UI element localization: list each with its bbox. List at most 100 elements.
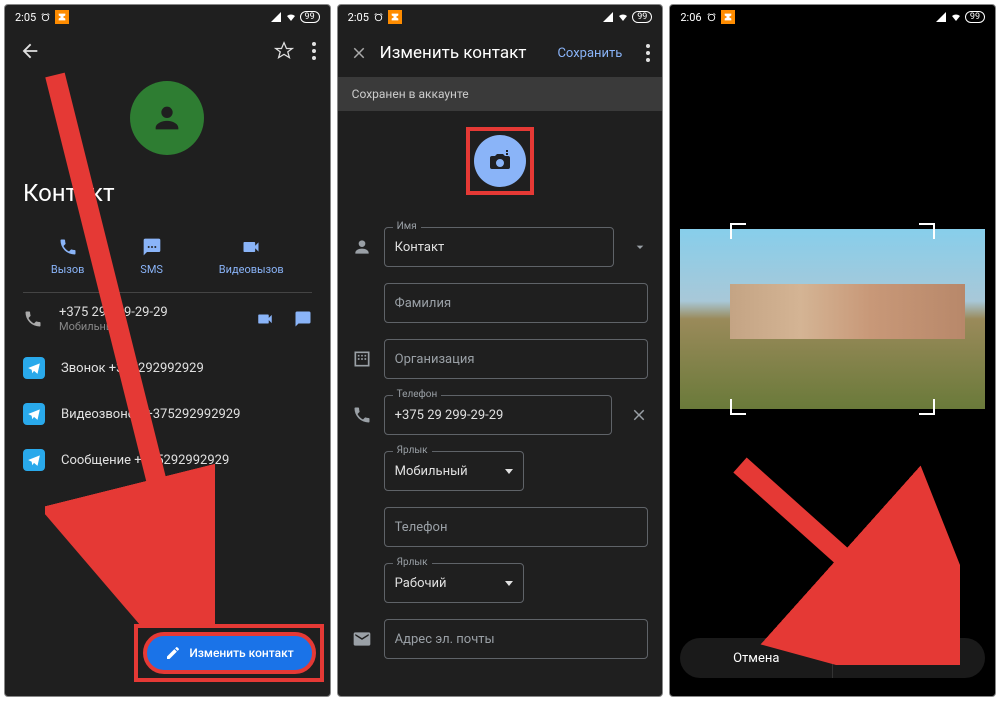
email-icon <box>352 629 372 649</box>
more-icon[interactable] <box>312 42 316 60</box>
email-placeholder: Адрес эл. почты <box>395 632 495 647</box>
dropdown-icon <box>505 469 513 474</box>
telegram-message-label: Сообщение +375292992929 <box>61 453 229 468</box>
video-action-icon[interactable] <box>256 310 274 328</box>
name-label: Имя <box>393 221 421 232</box>
telegram-icon <box>23 357 45 379</box>
org-row: Организация <box>338 331 663 387</box>
telegram-call-label: Звонок +375292992929 <box>61 361 204 376</box>
name-value: Контакт <box>395 240 445 255</box>
cancel-button[interactable]: Отмена <box>680 638 832 678</box>
wifi-icon <box>617 11 629 23</box>
tag2-value: Рабочий <box>395 576 447 591</box>
sms-button[interactable]: SMS <box>140 237 163 276</box>
video-label: Видеовызов <box>219 263 284 276</box>
phone-field[interactable]: Телефон +375 29 299-29-29 <box>384 395 613 435</box>
name-field[interactable]: Имя Контакт <box>384 227 615 267</box>
contact-avatar[interactable] <box>130 81 204 155</box>
status-time: 2:06 <box>680 11 701 24</box>
phone-label: Мобильный <box>59 320 240 333</box>
org-field[interactable]: Организация <box>384 339 649 379</box>
surname-placeholder: Фамилия <box>395 296 451 311</box>
contact-header <box>5 29 330 73</box>
person-icon <box>150 101 184 135</box>
crop-corner-bl[interactable] <box>730 399 746 415</box>
telegram-call-row[interactable]: Звонок +375292992929 <box>5 345 330 391</box>
phone-number: +375 29 299-29-29 <box>59 305 240 320</box>
building-icon <box>352 349 372 369</box>
video-button[interactable]: Видеовызов <box>219 237 284 276</box>
surname-row: Фамилия <box>338 275 663 331</box>
add-photo-button[interactable] <box>474 135 526 187</box>
chevron-down-icon[interactable] <box>632 239 648 255</box>
notification-icon <box>55 10 69 24</box>
telegram-video-row[interactable]: Видеозвонок +375292992929 <box>5 391 330 437</box>
status-bar: 2:06 99 <box>670 5 995 29</box>
phone2-placeholder: Телефон <box>395 520 448 535</box>
back-icon[interactable] <box>19 40 41 62</box>
battery-indicator: 99 <box>965 11 985 23</box>
phone-row: Телефон +375 29 299-29-29 <box>338 387 663 443</box>
sms-label: SMS <box>140 263 163 276</box>
sms-action-icon[interactable] <box>294 310 312 328</box>
email-row: Адрес эл. почты <box>338 611 663 667</box>
save-button[interactable]: Сохранить <box>557 46 622 61</box>
phone-screen-edit-contact: 2:05 99 Изменить контакт Сохранить Сохра… <box>337 4 664 697</box>
notification-icon <box>721 10 735 24</box>
edit-header: Изменить контакт Сохранить <box>338 29 663 77</box>
battery-indicator: 99 <box>300 11 320 23</box>
more-icon[interactable] <box>646 44 650 62</box>
edit-contact-label: Изменить контакт <box>189 646 293 660</box>
org-placeholder: Организация <box>395 352 475 367</box>
crop-corner-br[interactable] <box>919 399 935 415</box>
signal-icon <box>602 11 614 23</box>
annotation-highlight <box>466 127 534 195</box>
phone-row[interactable]: +375 29 299-29-29 Мобильный <box>5 293 330 345</box>
edit-contact-button[interactable]: Изменить контакт <box>143 632 315 674</box>
name-row: Имя Контакт <box>338 219 663 275</box>
status-bar: 2:05 99 <box>5 5 330 29</box>
dropdown-icon <box>505 581 513 586</box>
wifi-icon <box>285 11 297 23</box>
call-button[interactable]: Вызов <box>51 237 85 276</box>
ok-button[interactable]: OK <box>832 638 985 678</box>
video-icon <box>241 237 261 257</box>
tag2-row: Ярлык Рабочий <box>338 555 663 611</box>
tag2-field[interactable]: Ярлык Рабочий <box>384 563 524 603</box>
wifi-icon <box>950 11 962 23</box>
telegram-icon <box>23 449 45 471</box>
annotation-arrow <box>730 455 960 665</box>
crop-buttons: Отмена OK <box>680 638 985 678</box>
call-label: Вызов <box>51 263 85 276</box>
phone-icon <box>23 309 43 329</box>
tag2-label: Ярлык <box>393 557 432 568</box>
alarm-icon <box>706 12 717 23</box>
telegram-message-row[interactable]: Сообщение +375292992929 <box>5 437 330 483</box>
close-icon[interactable] <box>350 44 368 62</box>
camera-container <box>338 127 663 195</box>
action-row: Вызов SMS Видеовызов <box>5 237 330 276</box>
image-crop-area[interactable] <box>670 219 995 419</box>
tag-label: Ярлык <box>393 445 432 456</box>
crop-corner-tl[interactable] <box>730 223 746 239</box>
signal-icon <box>270 11 282 23</box>
phone-screen-crop-photo: 2:06 99 Отмена OK <box>669 4 996 697</box>
status-bar: 2:05 99 <box>338 5 663 29</box>
contact-name: Контакт <box>5 179 330 207</box>
tag-field[interactable]: Ярлык Мобильный <box>384 451 524 491</box>
battery-indicator: 99 <box>632 11 652 23</box>
crop-corner-tr[interactable] <box>919 223 935 239</box>
signal-icon <box>935 11 947 23</box>
phone-label: Телефон <box>393 389 442 400</box>
phone2-field[interactable]: Телефон <box>384 507 649 547</box>
phone-icon <box>58 237 78 257</box>
camera-icon <box>488 149 512 173</box>
crop-frame[interactable] <box>730 223 935 415</box>
person-icon <box>352 237 372 257</box>
email-field[interactable]: Адрес эл. почты <box>384 619 649 659</box>
clear-icon[interactable] <box>630 406 648 424</box>
phone-value: +375 29 299-29-29 <box>395 408 504 423</box>
surname-field[interactable]: Фамилия <box>384 283 649 323</box>
star-icon[interactable] <box>274 41 294 61</box>
sms-icon <box>142 237 162 257</box>
